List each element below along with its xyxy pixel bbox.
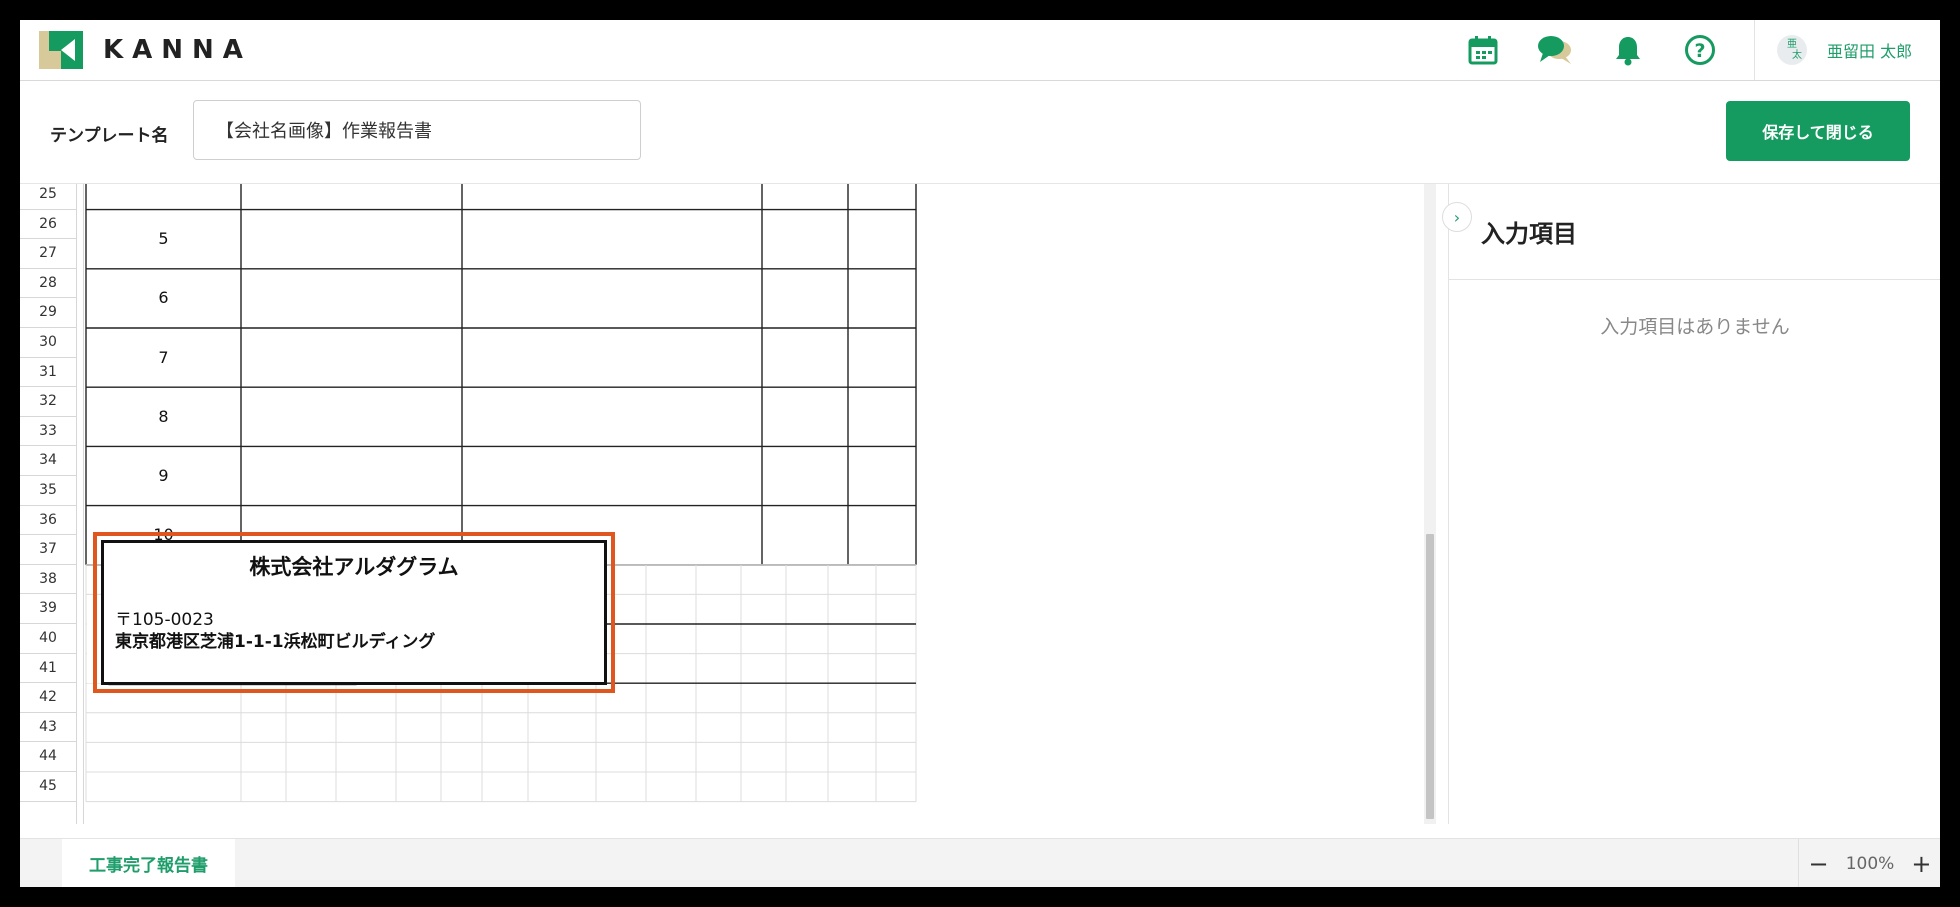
sheet-grid — [85, 184, 917, 803]
template-name-label: テンプレート名 — [50, 126, 169, 146]
zoom-level: 100% — [1845, 853, 1895, 874]
chat-icon[interactable] — [1537, 32, 1573, 68]
chevron-right-icon: › — [1453, 207, 1461, 227]
avatar: 亜 太 — [1777, 35, 1807, 65]
template-toolbar: テンプレート名 保存して閉じる — [20, 81, 1940, 184]
bell-icon[interactable] — [1610, 32, 1646, 68]
sheet-tab-construction-report[interactable]: 工事完了報告書 — [62, 839, 235, 887]
item-number: 6 — [158, 288, 169, 308]
kanna-logo[interactable]: KANNA — [39, 30, 252, 70]
zoom-control: − 100% + — [1798, 839, 1940, 887]
panel-divider — [1449, 279, 1940, 280]
sheet-footer: 工事完了報告書 − 100% + — [20, 838, 1940, 887]
avatar-top-char: 亜 — [1787, 39, 1797, 50]
avatar-bottom-char: 太 — [1792, 50, 1802, 61]
item-number: 5 — [158, 229, 169, 249]
company-image: 株式会社アルダグラム 〒105-0023 東京都港区芝浦1-1-1浜松町ビルディ… — [101, 540, 607, 685]
kanna-logo-mark-icon — [39, 31, 83, 69]
template-name-input[interactable] — [193, 100, 641, 160]
item-number: 9 — [158, 466, 169, 485]
item-number: 8 — [158, 406, 169, 426]
help-icon[interactable]: ? — [1682, 32, 1718, 68]
company-address: 東京都港区芝浦1-1-1浜松町ビルディング — [115, 632, 436, 652]
app-window: KANNA ? 亜 太 亜留田 太郎 テンプレート名 【会社名画像】作業報告書 … — [20, 20, 1940, 887]
user-menu[interactable]: 亜 太 亜留田 太郎 — [1754, 20, 1940, 80]
save-and-close-button[interactable]: 保存して閉じる — [1726, 101, 1910, 161]
panel-title: 入力項目 — [1481, 220, 1577, 248]
input-items-panel: 入力項目 入力項目はありません — [1448, 184, 1940, 824]
vertical-scrollbar[interactable] — [1424, 184, 1436, 824]
user-name: 亜留田 太郎 — [1827, 42, 1913, 61]
logo-text: KANNA — [103, 35, 252, 65]
zoom-in-button[interactable]: + — [1909, 850, 1933, 878]
calendar-icon[interactable] — [1465, 32, 1501, 68]
panel-empty-message: 入力項目はありません — [1600, 316, 1790, 338]
svg-text:?: ? — [1694, 40, 1705, 62]
vertical-scrollbar-thumb[interactable] — [1426, 534, 1434, 819]
company-image-selected[interactable]: 株式会社アルダグラム 〒105-0023 東京都港区芝浦1-1-1浜松町ビルディ… — [93, 532, 615, 693]
spreadsheet-area[interactable]: 25 26 27 28 29 30 31 32 33 34 35 36 37 38 39 40 41 42 43 44… — [20, 184, 1438, 824]
zoom-out-button[interactable]: − — [1807, 850, 1831, 878]
company-name: 株式会社アルダグラム — [249, 555, 459, 579]
top-header: KANNA ? 亜 太 亜留田 太郎 — [20, 20, 1940, 81]
panel-collapse-button[interactable]: › — [1442, 202, 1472, 232]
item-number: 7 — [158, 347, 169, 367]
